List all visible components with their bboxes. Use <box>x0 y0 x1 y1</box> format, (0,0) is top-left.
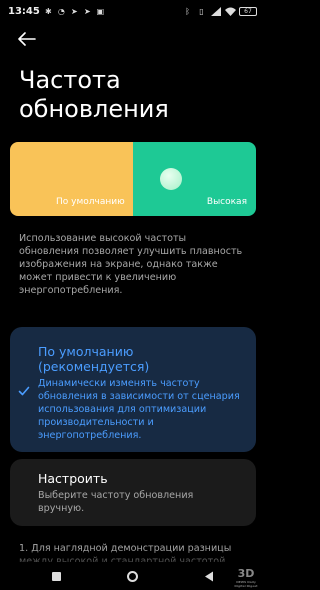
status-left: 13:45 ✱ ◔ ➤ ➤ ▣ <box>8 6 105 17</box>
option-custom-description: Выберите частоту обновления вручную. <box>38 490 194 514</box>
signal-icon <box>211 6 221 16</box>
preview-high-label: Высокая <box>206 197 247 207</box>
watermark-text: 3D <box>237 567 255 580</box>
refresh-rate-preview: По умолчанию Высокая <box>10 142 256 216</box>
preview-default-label: По умолчанию <box>56 197 125 207</box>
triangle-back-icon <box>204 571 213 581</box>
home-button[interactable] <box>124 567 142 585</box>
recent-apps-button[interactable] <box>48 567 66 585</box>
watermark-logo: 3D NEWS Daily Digital Digest <box>231 567 261 589</box>
battery-icon: 67 <box>239 6 257 16</box>
vibrate-icon: ▯ <box>199 6 204 16</box>
preview-default-panel[interactable]: По умолчанию <box>10 142 133 216</box>
telegram-icon: ➤ <box>70 6 78 16</box>
wifi-icon <box>225 7 236 16</box>
refresh-rate-description: Использование высокой частоты обновления… <box>19 233 243 296</box>
bluetooth-icon: ᛒ <box>185 6 190 16</box>
mail-icon: ▣ <box>96 6 105 16</box>
option-custom[interactable]: Настроить Выберите частоту обновления вр… <box>10 459 256 526</box>
circle-icon <box>127 570 138 582</box>
status-time: 13:45 <box>8 5 40 17</box>
back-button[interactable] <box>14 28 40 50</box>
option-default-description: Динамически изменять частоту обновления … <box>38 378 240 441</box>
option-custom-title: Настроить <box>38 471 108 486</box>
status-bar: 13:45 ✱ ◔ ➤ ➤ ▣ ᛒ ▯ 67 <box>0 0 265 22</box>
status-right: ᛒ ▯ 67 <box>183 6 257 16</box>
preview-high-panel[interactable]: Высокая <box>133 142 256 216</box>
option-default-title: По умолчанию (рекомендуется) <box>38 344 150 374</box>
whatsapp-icon: ◔ <box>57 6 65 16</box>
page-title: Частота обновления <box>19 66 169 123</box>
watermark-subtext: NEWS Daily Digital Digest <box>234 580 258 588</box>
navigation-bar <box>0 562 265 590</box>
back-nav-button[interactable] <box>200 567 218 585</box>
clock-alarm-icon: ✱ <box>44 6 52 16</box>
option-default[interactable]: По умолчанию (рекомендуется) Динамически… <box>10 327 256 452</box>
check-icon <box>18 386 30 396</box>
animation-ball-icon <box>160 168 182 190</box>
arrow-left-icon <box>18 32 36 46</box>
square-icon <box>52 571 61 581</box>
telegram-icon: ➤ <box>83 6 91 16</box>
